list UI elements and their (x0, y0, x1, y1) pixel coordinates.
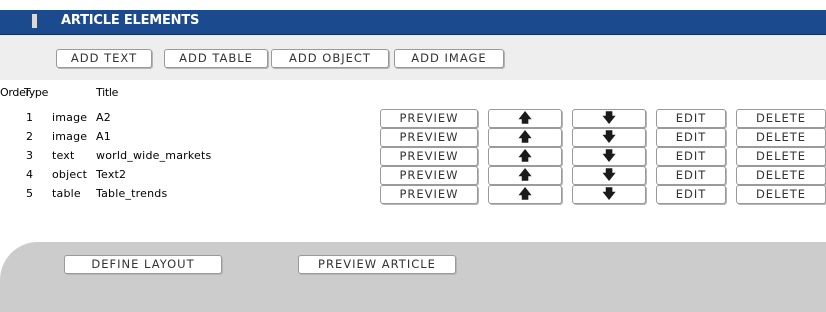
preview-article-button[interactable]: PREVIEW ARTICLE (298, 255, 456, 274)
row-type: object (52, 168, 88, 181)
up-arrow-icon: 🡅 (518, 187, 532, 202)
add-element-toolbar: ADD TEXT ADD TABLE ADD OBJECT ADD IMAGE (0, 35, 826, 80)
up-arrow-icon: 🡅 (518, 111, 532, 126)
add-image-button[interactable]: ADD IMAGE (394, 49, 504, 68)
preview-button[interactable]: PREVIEW (380, 185, 478, 204)
article-elements-header: ARTICLE ELEMENTS (0, 10, 826, 35)
preview-button[interactable]: PREVIEW (380, 109, 478, 128)
edit-button[interactable]: EDIT (656, 109, 726, 128)
move-down-button[interactable]: 🡇 (572, 109, 646, 128)
move-up-button[interactable]: 🡅 (488, 147, 562, 166)
footer-bar: DEFINE LAYOUT PREVIEW ARTICLE (0, 242, 826, 312)
delete-button[interactable]: DELETE (736, 109, 826, 128)
edit-button[interactable]: EDIT (656, 185, 726, 204)
row-order: 4 (26, 168, 34, 181)
row-order: 3 (26, 149, 34, 162)
row-order: 5 (26, 187, 34, 200)
up-arrow-icon: 🡅 (518, 168, 532, 183)
move-down-button[interactable]: 🡇 (572, 185, 646, 204)
row-type: table (52, 187, 81, 200)
row-order: 2 (26, 130, 34, 143)
add-object-button[interactable]: ADD OBJECT (271, 49, 389, 68)
row-type: image (52, 111, 88, 124)
row-title: Text2 (96, 168, 127, 181)
column-header-title: Title (96, 86, 119, 99)
add-text-button[interactable]: ADD TEXT (56, 49, 152, 68)
edit-button[interactable]: EDIT (656, 128, 726, 147)
move-down-button[interactable]: 🡇 (572, 166, 646, 185)
row-order: 1 (26, 111, 34, 124)
preview-button[interactable]: PREVIEW (380, 147, 478, 166)
row-type: image (52, 130, 88, 143)
row-title: A1 (96, 130, 111, 143)
down-arrow-icon: 🡇 (602, 187, 616, 202)
row-title: Table_trends (96, 187, 168, 200)
up-arrow-icon: 🡅 (518, 130, 532, 145)
edit-button[interactable]: EDIT (656, 166, 726, 185)
move-up-button[interactable]: 🡅 (488, 109, 562, 128)
down-arrow-icon: 🡇 (602, 130, 616, 145)
down-arrow-icon: 🡇 (602, 168, 616, 183)
column-header-type: Type (24, 86, 49, 99)
add-table-button[interactable]: ADD TABLE (164, 49, 268, 68)
delete-button[interactable]: DELETE (736, 147, 826, 166)
header-title: ARTICLE ELEMENTS (61, 13, 200, 28)
row-title: A2 (96, 111, 111, 124)
move-up-button[interactable]: 🡅 (488, 128, 562, 147)
define-layout-button[interactable]: DEFINE LAYOUT (64, 255, 222, 274)
header-marker (32, 14, 37, 28)
preview-button[interactable]: PREVIEW (380, 166, 478, 185)
row-type: text (52, 149, 75, 162)
move-up-button[interactable]: 🡅 (488, 185, 562, 204)
up-arrow-icon: 🡅 (518, 149, 532, 164)
row-title: world_wide_markets (96, 149, 212, 162)
move-up-button[interactable]: 🡅 (488, 166, 562, 185)
preview-button[interactable]: PREVIEW (380, 128, 478, 147)
down-arrow-icon: 🡇 (602, 111, 616, 126)
move-down-button[interactable]: 🡇 (572, 147, 646, 166)
move-down-button[interactable]: 🡇 (572, 128, 646, 147)
delete-button[interactable]: DELETE (736, 185, 826, 204)
edit-button[interactable]: EDIT (656, 147, 726, 166)
delete-button[interactable]: DELETE (736, 128, 826, 147)
delete-button[interactable]: DELETE (736, 166, 826, 185)
down-arrow-icon: 🡇 (602, 149, 616, 164)
